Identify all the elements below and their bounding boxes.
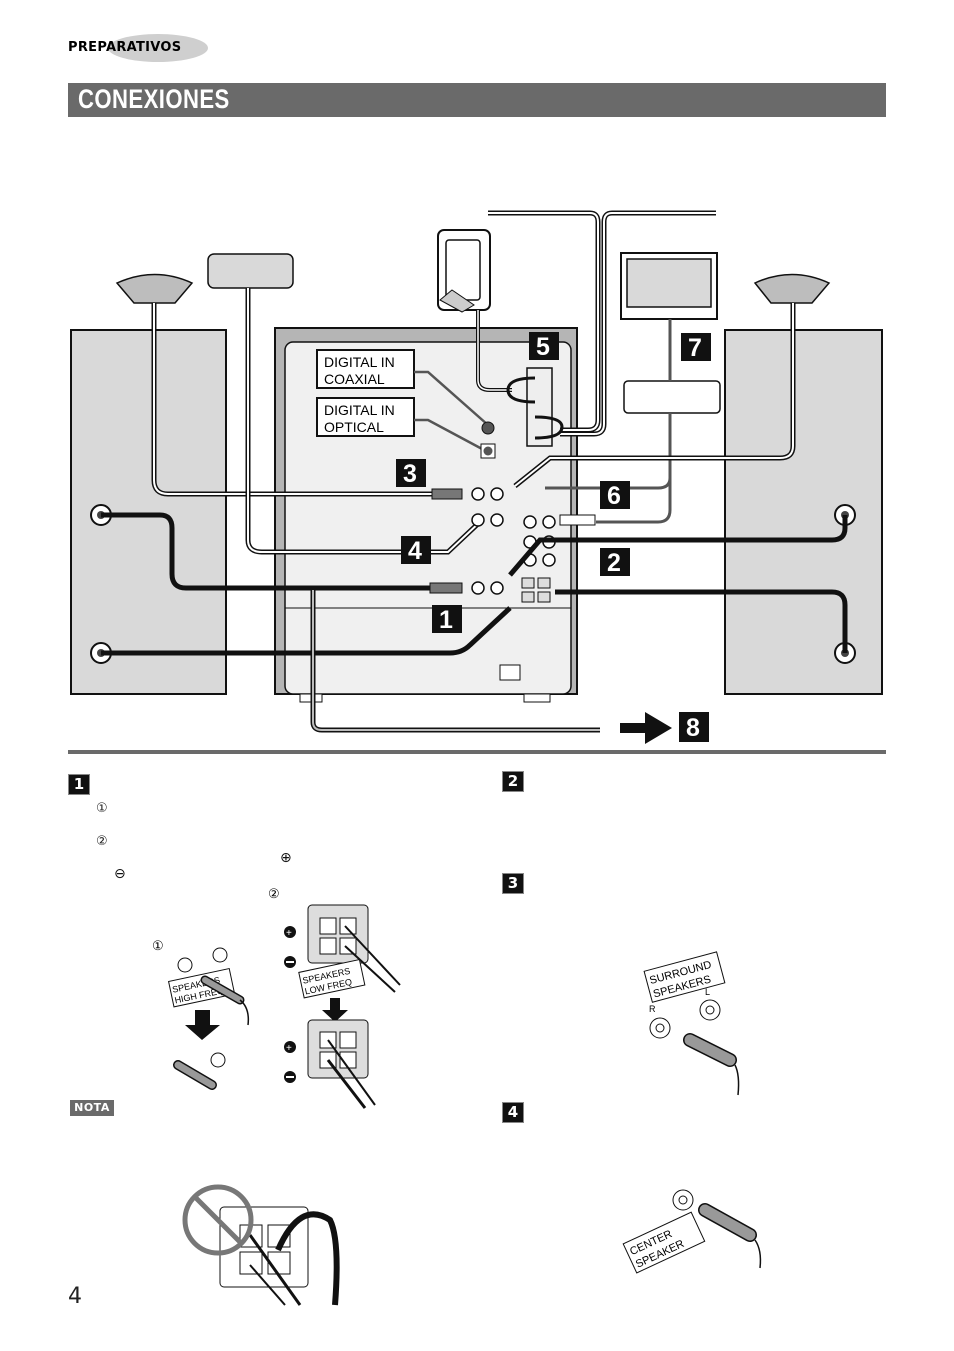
note-label: NOTA bbox=[70, 1100, 114, 1116]
surround-jack-l: L bbox=[705, 987, 710, 997]
illus-sub1-marker: ① bbox=[152, 938, 164, 953]
page-title-bar: CONEXIONES bbox=[68, 83, 886, 117]
page-title: CONEXIONES bbox=[78, 84, 230, 114]
svg-text:+: + bbox=[286, 1043, 292, 1054]
marker-4: 4 bbox=[408, 537, 422, 565]
antenna-terminal bbox=[526, 367, 553, 447]
marker-3: 3 bbox=[403, 460, 417, 488]
connection-diagram: DIGITAL IN COAXIAL DIGITAL IN OPTICAL 1 … bbox=[60, 200, 900, 760]
coaxial-line2: COAXIAL bbox=[324, 371, 385, 387]
section-tag: PREPARATIVOS bbox=[68, 34, 208, 62]
marker-5: 5 bbox=[536, 333, 550, 361]
marker-1: 1 bbox=[439, 606, 453, 634]
svg-text:+: + bbox=[286, 928, 292, 939]
illus-sub2-marker: ② bbox=[268, 886, 280, 901]
step-1-substep-2: ② bbox=[96, 834, 108, 849]
center-speaker-illustration: CENTER SPEAKER bbox=[620, 1180, 770, 1280]
page-number: 4 bbox=[68, 1284, 82, 1309]
marker-7: 7 bbox=[688, 334, 702, 362]
coaxial-line1: DIGITAL IN bbox=[324, 354, 395, 370]
coaxial-jack bbox=[481, 421, 495, 435]
center-speaker bbox=[207, 253, 294, 289]
step-2-badge: 2 bbox=[502, 771, 524, 792]
am-loop-antenna bbox=[437, 229, 491, 313]
section-divider bbox=[68, 750, 886, 754]
marker-6: 6 bbox=[607, 482, 621, 510]
surround-speakers-illustration: SURROUND SPEAKERS R L bbox=[620, 940, 770, 1100]
marker-2: 2 bbox=[607, 549, 621, 577]
surround-jack-r: R bbox=[649, 1004, 656, 1014]
digital-in-coaxial-label: DIGITAL IN COAXIAL bbox=[316, 349, 415, 389]
step-1-illustration: ① ② SPEAKERS HIGH FREQ SPEAKERS LOW FREQ… bbox=[140, 880, 420, 1110]
television bbox=[620, 252, 718, 320]
digital-in-optical-label: DIGITAL IN OPTICAL bbox=[316, 397, 415, 437]
step-1-badge: 1 bbox=[68, 774, 90, 795]
section-label: PREPARATIVOS bbox=[68, 40, 182, 55]
right-front-speaker bbox=[724, 329, 883, 695]
arrow-to-step-8 bbox=[620, 712, 672, 744]
optical-line1: DIGITAL IN bbox=[324, 402, 395, 418]
minus-symbol: ⊖ bbox=[114, 866, 126, 882]
surround-speaker-right bbox=[753, 273, 831, 304]
step-3-badge: 3 bbox=[502, 873, 524, 894]
external-device bbox=[623, 380, 721, 414]
marker-8: 8 bbox=[686, 714, 700, 742]
step-4-badge: 4 bbox=[502, 1102, 524, 1123]
incorrect-wiring-illustration bbox=[180, 1180, 350, 1310]
step-1-substep-1: ① bbox=[96, 801, 108, 816]
plus-symbol: ⊕ bbox=[280, 850, 292, 866]
optical-line2: OPTICAL bbox=[324, 419, 384, 435]
surround-speaker-left bbox=[115, 273, 194, 304]
